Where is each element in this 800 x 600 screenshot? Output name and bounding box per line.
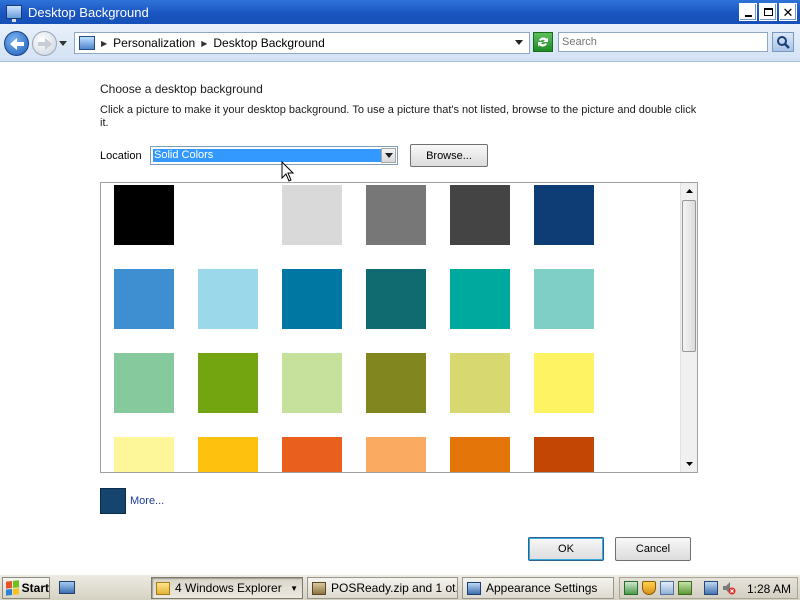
- address-bar[interactable]: ▶ Personalization ▶ Desktop Background: [74, 32, 530, 54]
- location-select-value: Solid Colors: [153, 149, 381, 162]
- windows-logo-icon: [6, 580, 19, 596]
- forward-button[interactable]: [32, 31, 57, 56]
- color-swatch[interactable]: [450, 185, 510, 245]
- security-shield-icon[interactable]: [642, 581, 656, 595]
- file-copy-icon: [312, 581, 326, 595]
- restore-icon: [763, 8, 773, 16]
- mouse-cursor-icon: [281, 161, 295, 182]
- color-swatch[interactable]: [114, 353, 174, 413]
- folder-icon: [156, 581, 170, 595]
- color-swatch[interactable]: [366, 269, 426, 329]
- search-icon: [777, 36, 790, 49]
- color-swatch[interactable]: [198, 353, 258, 413]
- scroll-up-button[interactable]: [681, 183, 697, 199]
- refresh-button[interactable]: [533, 32, 553, 52]
- color-swatch[interactable]: [282, 353, 342, 413]
- taskbar: Start 4 Windows Explorer ▼ POSReady.zip …: [0, 574, 800, 600]
- color-swatch[interactable]: [282, 437, 342, 472]
- scroll-down-icon: [685, 462, 693, 466]
- minimize-button[interactable]: [739, 3, 757, 21]
- window-controls: ✕: [739, 3, 797, 21]
- color-swatch[interactable]: [198, 185, 258, 245]
- checkmark-icon[interactable]: [660, 581, 674, 595]
- color-swatch[interactable]: [450, 353, 510, 413]
- color-swatch-grid: [101, 183, 681, 472]
- color-swatch[interactable]: [366, 353, 426, 413]
- color-swatch[interactable]: [450, 269, 510, 329]
- color-swatch[interactable]: [198, 269, 258, 329]
- network-connection-icon[interactable]: [704, 581, 718, 595]
- color-swatch[interactable]: [282, 269, 342, 329]
- breadcrumb-personalization[interactable]: Personalization: [113, 36, 195, 50]
- title-bar: Desktop Background ✕: [0, 0, 800, 24]
- taskbar-item-posready-zip[interactable]: POSReady.zip and 1 ot...: [307, 577, 458, 599]
- location-dropdown-button[interactable]: [381, 148, 396, 163]
- scroll-down-button[interactable]: [681, 456, 697, 472]
- restore-button[interactable]: [759, 3, 777, 21]
- search-box[interactable]: [558, 32, 768, 52]
- taskbar-item-windows-explorer[interactable]: 4 Windows Explorer ▼: [151, 577, 303, 599]
- color-swatch[interactable]: [114, 437, 174, 472]
- more-colors-link[interactable]: More...: [130, 495, 164, 507]
- sync-icon[interactable]: [678, 581, 692, 595]
- color-swatch[interactable]: [534, 437, 594, 472]
- ok-button[interactable]: OK: [528, 537, 604, 561]
- breadcrumb-separator-icon[interactable]: ▶: [101, 39, 107, 48]
- minimize-icon: [744, 14, 752, 17]
- back-arrow-icon: [9, 37, 24, 50]
- page-heading: Choose a desktop background: [100, 82, 263, 96]
- location-label: Location: [100, 150, 142, 162]
- color-swatch[interactable]: [366, 437, 426, 472]
- color-swatch[interactable]: [534, 353, 594, 413]
- volume-muted-icon[interactable]: [722, 581, 736, 595]
- taskbar-item-label: POSReady.zip and 1 ot...: [331, 581, 458, 595]
- color-swatch[interactable]: [114, 185, 174, 245]
- address-dropdown-icon[interactable]: [515, 40, 523, 46]
- taskbar-item-label: Appearance Settings: [486, 581, 598, 595]
- forward-arrow-icon: [37, 37, 52, 50]
- close-button[interactable]: ✕: [779, 3, 797, 21]
- taskbar-item-appearance-settings[interactable]: Appearance Settings: [462, 577, 614, 599]
- network-icon[interactable]: [624, 581, 638, 595]
- navigation-bar: ▶ Personalization ▶ Desktop Background: [0, 24, 800, 62]
- back-button[interactable]: [4, 31, 29, 56]
- vertical-scrollbar[interactable]: [680, 183, 697, 472]
- color-swatch[interactable]: [534, 269, 594, 329]
- start-button[interactable]: Start: [2, 577, 50, 599]
- chevron-down-icon: [384, 153, 393, 158]
- history-dropdown-icon[interactable]: [59, 41, 67, 47]
- control-panel-icon: [79, 36, 95, 50]
- taskbar-item-label: 4 Windows Explorer: [175, 581, 282, 595]
- cancel-button[interactable]: Cancel: [615, 537, 691, 561]
- chevron-down-icon: ▼: [290, 583, 298, 593]
- breadcrumb-separator-icon[interactable]: ▶: [201, 39, 207, 48]
- color-swatch[interactable]: [450, 437, 510, 472]
- close-icon: ✕: [782, 4, 794, 20]
- window-title: Desktop Background: [28, 4, 149, 20]
- scroll-thumb[interactable]: [682, 200, 696, 352]
- location-select[interactable]: Solid Colors: [150, 146, 398, 165]
- breadcrumb-desktop-background[interactable]: Desktop Background: [213, 36, 324, 50]
- refresh-icon: [538, 37, 548, 47]
- show-desktop-icon[interactable]: [59, 581, 75, 594]
- search-input[interactable]: [562, 36, 767, 48]
- page-description: Click a picture to make it your desktop …: [100, 104, 697, 129]
- display-settings-icon: [467, 581, 481, 595]
- more-colors-swatch[interactable]: [100, 488, 126, 514]
- browse-button[interactable]: Browse...: [410, 144, 488, 167]
- color-swatch[interactable]: [282, 185, 342, 245]
- color-swatch[interactable]: [114, 269, 174, 329]
- taskbar-clock[interactable]: 1:28 AM: [747, 582, 791, 596]
- color-swatch[interactable]: [198, 437, 258, 472]
- start-label: Start: [21, 581, 49, 595]
- display-icon: [6, 5, 22, 22]
- color-swatch[interactable]: [366, 185, 426, 245]
- search-button[interactable]: [772, 32, 794, 52]
- color-swatch-panel: [100, 182, 698, 473]
- system-tray: 1:28 AM: [619, 577, 798, 599]
- color-swatch[interactable]: [534, 185, 594, 245]
- scroll-up-icon: [685, 189, 693, 193]
